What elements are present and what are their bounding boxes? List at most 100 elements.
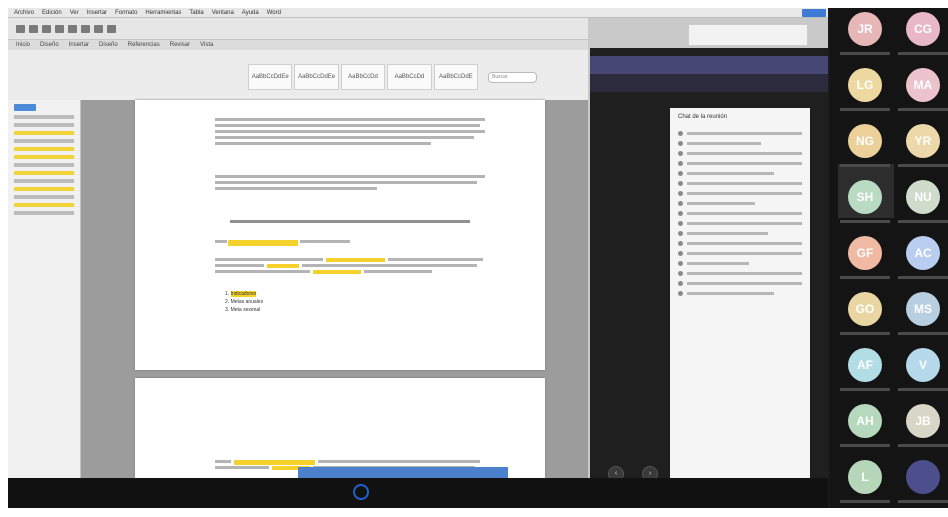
style-title[interactable]: AaBbCcDdE — [433, 64, 479, 90]
tab-inicio[interactable]: Inicio — [16, 40, 30, 50]
document-page[interactable]: 1. Indicadores 2. Metas anuales 3. Meta … — [135, 100, 545, 370]
tab-diseno[interactable]: Diseño — [40, 40, 59, 50]
style-heading-2[interactable]: AaBbCcDd — [387, 64, 432, 90]
nav-heading-highlighted[interactable] — [14, 155, 74, 159]
participant-avatar[interactable]: L — [848, 460, 882, 494]
nav-heading-highlighted[interactable] — [14, 147, 74, 151]
screen-share-frame: Archivo Edición Ver Insertar Formato Her… — [8, 8, 948, 508]
nav-heading[interactable] — [14, 139, 74, 143]
participant-avatar[interactable]: JB — [906, 404, 940, 438]
navigation-pane — [8, 100, 81, 478]
menu-item[interactable]: Tabla — [189, 8, 203, 17]
participant-avatar[interactable]: LG — [848, 68, 882, 102]
tab-referencias[interactable]: Referencias — [128, 40, 160, 50]
nav-heading[interactable] — [14, 123, 74, 127]
style-no-spacing[interactable]: AaBbCcDdEe — [294, 64, 339, 90]
chat-message — [678, 241, 802, 246]
chat-message — [678, 221, 802, 226]
tab-revisar[interactable]: Revisar — [170, 40, 190, 50]
participant-avatar[interactable]: AH — [848, 404, 882, 438]
participant-name — [898, 164, 948, 167]
table-icon[interactable] — [94, 24, 103, 33]
participant-name — [898, 332, 948, 335]
participant-avatar[interactable]: AF — [848, 348, 882, 382]
participant-avatar[interactable]: MS — [906, 292, 940, 326]
nav-heading[interactable] — [14, 195, 74, 199]
participant-avatar[interactable]: NU — [906, 180, 940, 214]
chat-message — [678, 201, 802, 206]
menu-item[interactable]: Insertar — [87, 8, 107, 17]
teams-panel: Chat de la reunión ‹ › — [590, 24, 828, 478]
nav-heading[interactable] — [14, 211, 74, 215]
participant-name — [840, 164, 890, 167]
nav-heading-highlighted[interactable] — [14, 131, 74, 135]
chat-message — [678, 281, 802, 286]
app-icon[interactable] — [353, 484, 369, 500]
chat-message — [678, 151, 802, 156]
bottom-dock — [8, 478, 828, 508]
tab-insertar[interactable]: Insertar — [69, 40, 89, 50]
bullet-item: 2. Metas anuales — [225, 299, 264, 305]
redo-icon[interactable] — [81, 24, 90, 33]
participant-avatar[interactable]: GO — [848, 292, 882, 326]
nav-heading-highlighted[interactable] — [14, 203, 74, 207]
teams-header — [590, 56, 828, 74]
chat-message — [678, 231, 802, 236]
document-page-2[interactable] — [135, 378, 545, 478]
nav-heading[interactable] — [14, 179, 74, 183]
search-input[interactable]: Buscar — [488, 72, 537, 83]
notification[interactable] — [688, 24, 808, 46]
nav-heading-highlighted[interactable] — [14, 187, 74, 191]
open-icon[interactable] — [29, 24, 38, 33]
participant-avatar[interactable]: YR — [906, 124, 940, 158]
nav-button[interactable] — [14, 104, 36, 111]
participant-name — [840, 444, 890, 447]
menu-item-word[interactable]: Word — [267, 8, 281, 17]
nav-heading-highlighted[interactable] — [14, 171, 74, 175]
participant-avatar[interactable]: NG — [848, 124, 882, 158]
participant-avatar[interactable]: MA — [906, 68, 940, 102]
previous-icon[interactable]: ‹ — [608, 466, 624, 478]
chat-message — [678, 181, 802, 186]
participant-avatar[interactable]: SH — [848, 180, 882, 214]
menu-item[interactable]: Edición — [42, 8, 62, 17]
ribbon-tabs: Inicio Diseño Insertar Diseño Referencia… — [8, 40, 588, 50]
style-heading-1[interactable]: AaBbCcDd — [340, 64, 386, 90]
tab-vista[interactable]: Vista — [200, 40, 213, 50]
menu-item[interactable]: Herramientas — [145, 8, 181, 17]
menu-item[interactable]: Formato — [115, 8, 137, 17]
nav-heading[interactable] — [14, 163, 74, 167]
participant-avatar[interactable]: AC — [906, 236, 940, 270]
status-bar — [298, 467, 508, 478]
nav-heading[interactable] — [14, 115, 74, 119]
zoom-icon[interactable] — [107, 24, 116, 33]
chat-message — [678, 171, 802, 176]
menu-item[interactable]: Ventana — [212, 8, 234, 17]
participant-name — [840, 500, 890, 503]
new-doc-icon[interactable] — [16, 24, 25, 33]
menu-item[interactable]: Ver — [70, 8, 79, 17]
print-icon[interactable] — [55, 24, 64, 33]
participant-avatar[interactable]: JR — [848, 12, 882, 46]
participant-name — [898, 444, 948, 447]
undo-icon[interactable] — [68, 24, 77, 33]
save-icon[interactable] — [42, 24, 51, 33]
tab-diseno-pagina[interactable]: Diseño — [99, 40, 118, 50]
mac-menu-bar: Archivo Edición Ver Insertar Formato Her… — [8, 8, 828, 18]
participant-name — [898, 276, 948, 279]
menu-item[interactable]: Archivo — [14, 8, 34, 17]
participant-name — [898, 220, 948, 223]
menu-item[interactable]: Ayuda — [242, 8, 259, 17]
participant-avatar[interactable] — [906, 460, 940, 494]
next-icon[interactable]: › — [642, 466, 658, 478]
participant-avatar[interactable]: GF — [848, 236, 882, 270]
participant-name — [898, 52, 948, 55]
participant-avatar[interactable]: V — [906, 348, 940, 382]
participant-avatar[interactable]: CG — [906, 12, 940, 46]
bullet-item: 1. Indicadores — [225, 291, 257, 297]
participant-name — [840, 332, 890, 335]
participant-name — [840, 276, 890, 279]
participant-name — [898, 108, 948, 111]
style-normal[interactable]: AaBbCcDdEe — [248, 64, 293, 90]
bullet-item: 3. Meta sexenal — [225, 307, 261, 313]
